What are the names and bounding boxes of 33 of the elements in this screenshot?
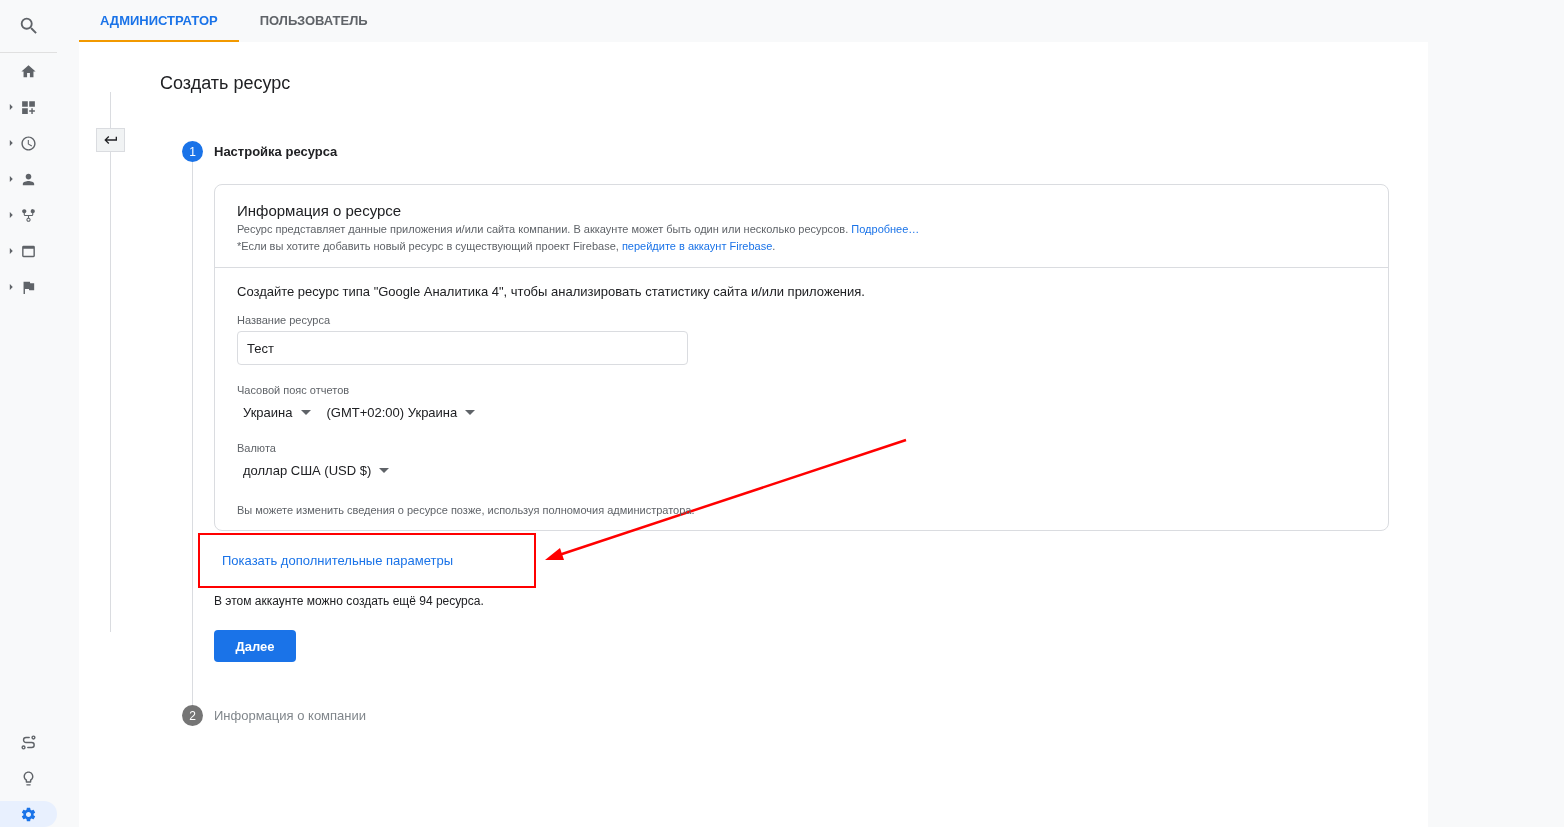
route-icon — [20, 733, 37, 751]
field-label: Валюта — [237, 442, 277, 454]
dropdown-caret-icon — [465, 410, 476, 415]
firebase-note: *Если вы хотите добавить новый ресурс в существующий проект Firebase, перейдите в аккаунт Firebase. — [237, 239, 777, 253]
step-label: Информация о компании — [214, 708, 367, 723]
currency-dropdown[interactable]: доллар США (USD $) — [243, 463, 390, 478]
timezone-dropdown[interactable]: Украина — [243, 405, 311, 420]
card-description: Ресурс представляет данные приложения и/или сайта компании. В аккаунте может быть один или несколько ресурсов. Подробнее… — [237, 222, 921, 236]
step-number: 1 — [182, 141, 203, 162]
back-button[interactable] — [96, 128, 125, 152]
step-label: Настройка ресурса — [214, 144, 338, 159]
page-title: Создать ресурс — [160, 73, 292, 94]
step-number: 2 — [182, 705, 203, 726]
dropdown-caret-icon — [379, 468, 390, 473]
field-label: Название ресурса — [237, 314, 332, 326]
timezone-dropdown[interactable]: (GMT+02:00) Украина — [326, 405, 476, 420]
sidebar-item[interactable] — [0, 801, 57, 827]
dashboard-icon[interactable] — [20, 98, 37, 116]
clock-icon[interactable] — [20, 134, 37, 152]
next-button[interactable]: Далее — [214, 630, 296, 662]
quota-text: В этом аккаунте можно создать ещё 94 ресурса. — [214, 594, 485, 608]
home-icon[interactable] — [20, 62, 37, 80]
learn-more-link[interactable]: Подробнее… — [851, 223, 920, 235]
footnote-text: Вы можете изменить сведения о ресурсе позже, используя полномочия администратора. — [237, 504, 695, 516]
tab[interactable]: ПОЛЬЗОВАТЕЛЬ — [238, 0, 389, 42]
field-label: Часовой пояс отчетов — [237, 384, 351, 396]
card-title: Информация о ресурсе — [237, 202, 403, 219]
settings-icon — [20, 805, 37, 823]
resource-name-field[interactable]: Тест — [237, 331, 688, 365]
dropdown-caret-icon — [300, 410, 311, 415]
show-advanced-link[interactable]: Показать дополнительные параметры — [222, 553, 454, 568]
fork-icon[interactable] — [20, 206, 37, 224]
intro-text: Создайте ресурс типа "Google Аналитика 4", чтобы анализировать статистику сайта и/или приложения. — [237, 284, 866, 299]
